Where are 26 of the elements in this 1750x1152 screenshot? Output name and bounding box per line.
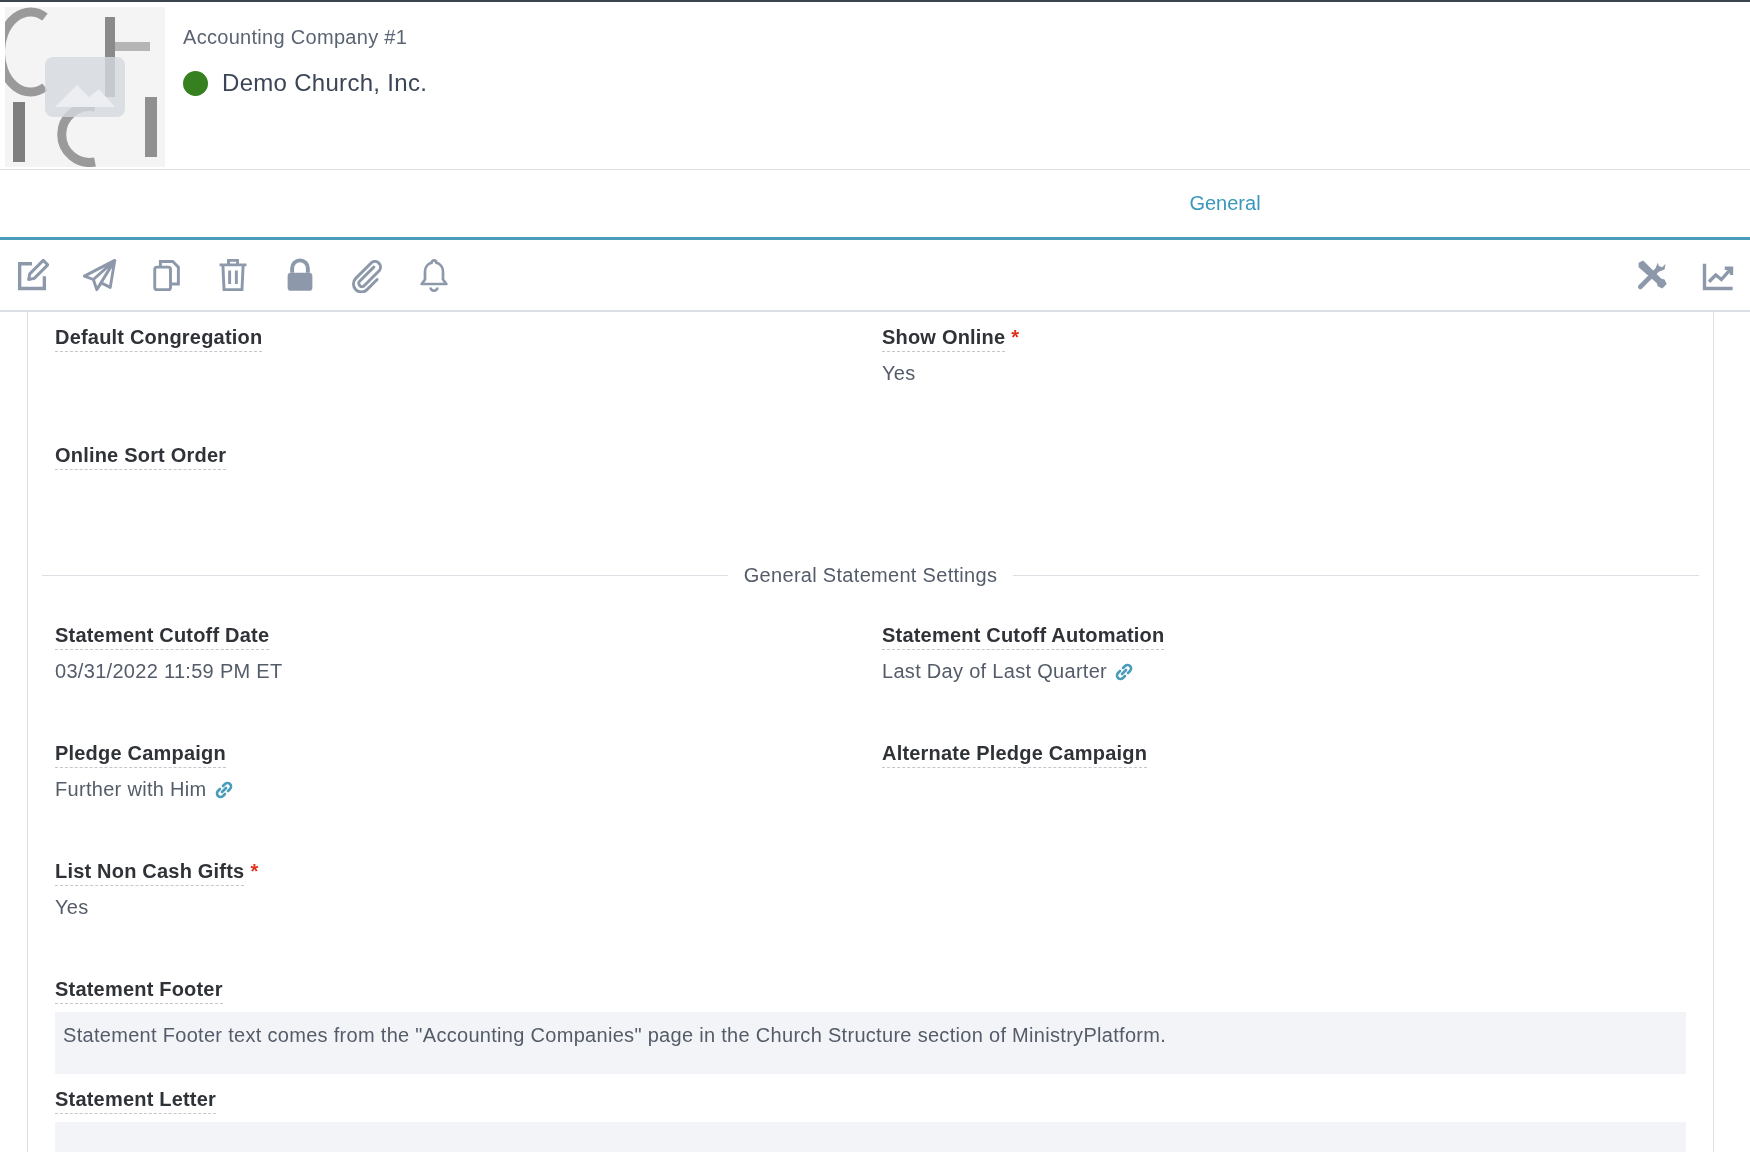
required-marker: * (1011, 326, 1020, 350)
field-label: Statement Letter (55, 1088, 216, 1114)
link-icon[interactable] (1114, 661, 1135, 682)
paperclip-icon[interactable] (349, 257, 385, 293)
tab[interactable]: General (1173, 170, 1277, 237)
field-label: Statement Cutoff Date (55, 624, 270, 650)
field-label: Default Congregation (55, 326, 263, 352)
field-value: Yes (882, 362, 916, 385)
link-icon[interactable] (213, 779, 234, 800)
field-label: Alternate Pledge Campaign (882, 742, 1148, 768)
record-title: Demo Church, Inc. (222, 69, 428, 97)
field-label: Show Online (882, 326, 1006, 352)
field-label: Statement Cutoff Automation (882, 624, 1165, 650)
required-marker: * (250, 860, 259, 884)
section-title: General Statement Settings (743, 563, 998, 587)
field-value: Last Day of Last Quarter (882, 660, 1108, 683)
field-value: Further with Him (55, 778, 207, 801)
field-label: Statement Footer (55, 978, 223, 1004)
field-label: List Non Cash Gifts (55, 860, 245, 886)
company-label: Accounting Company #1 (183, 26, 409, 49)
field-label: Online Sort Order (55, 444, 227, 470)
field-value: 03/31/2022 11:59 PM ET (55, 660, 283, 683)
send-icon[interactable] (81, 257, 117, 293)
field-value: Yes (55, 896, 89, 919)
text-area: Statement Footer text comes from the "Accounting Companies" page in the Church Structure section of MinistryPlatform. (55, 1012, 1686, 1074)
field-label: Pledge Campaign (55, 742, 226, 768)
